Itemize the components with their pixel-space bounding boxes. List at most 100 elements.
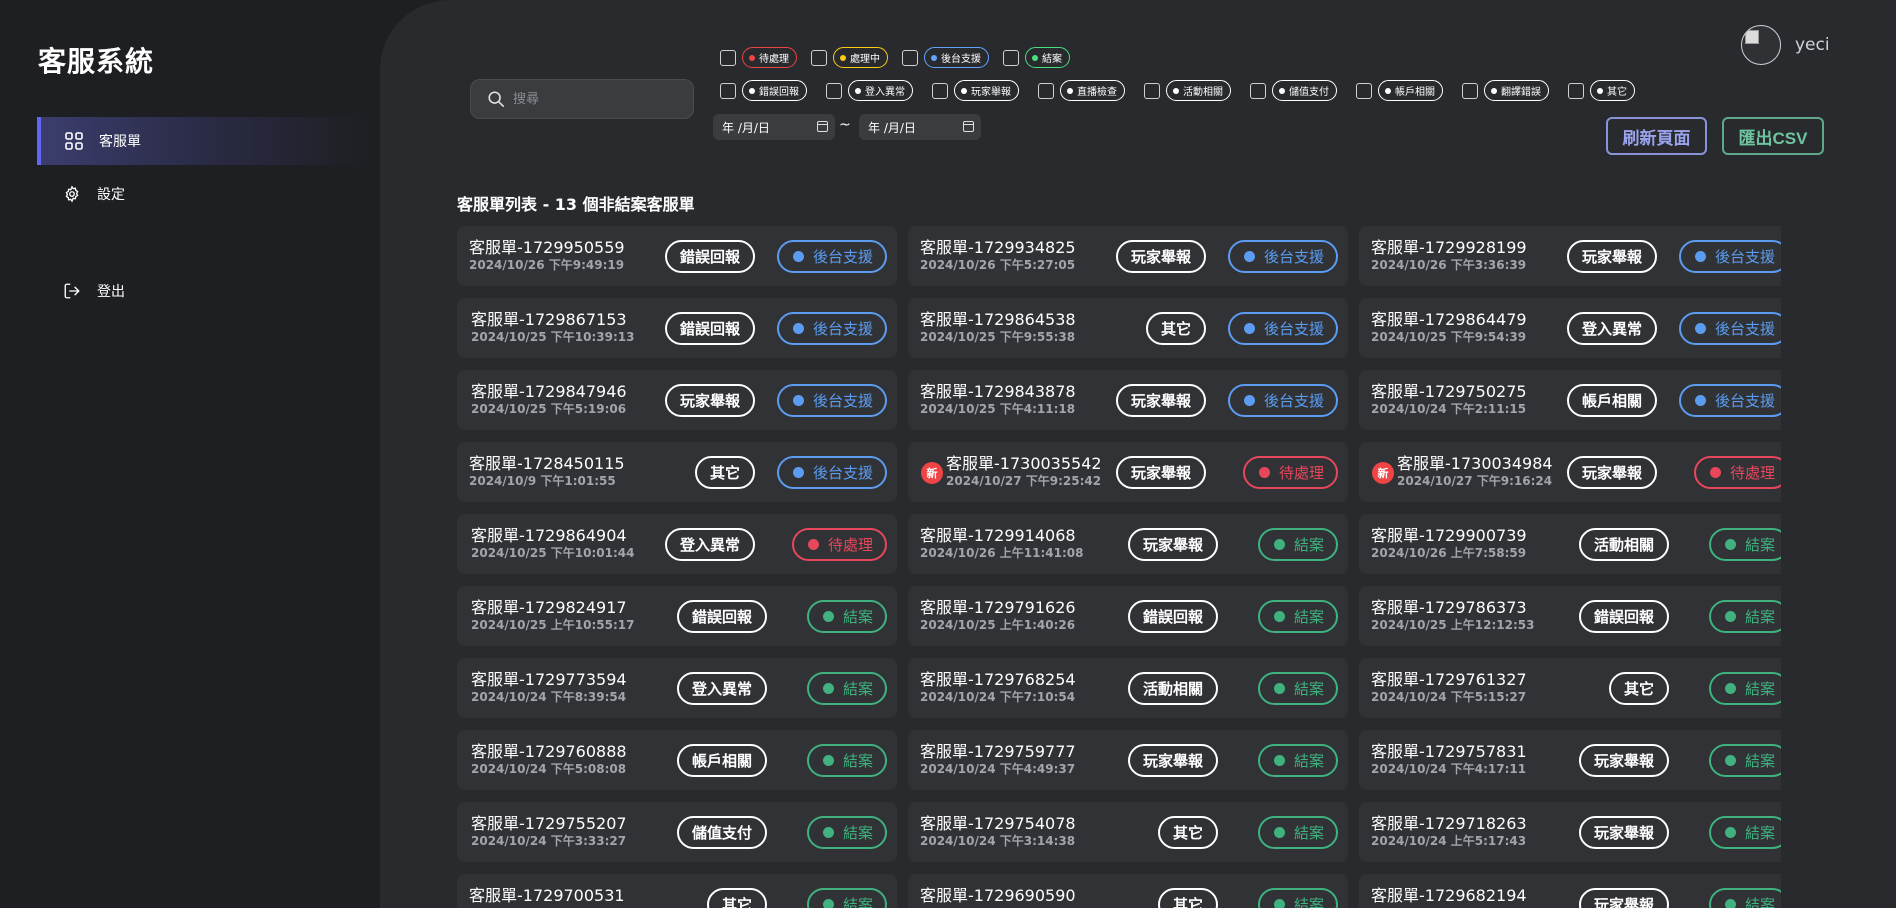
status-label: 後台支援 bbox=[812, 320, 873, 338]
refresh-button[interactable]: 刷新頁面 bbox=[1606, 117, 1707, 155]
ticket-card[interactable]: 客服單-1729755207 2024/10/24 下午3:33:27 儲值支付 結案 bbox=[457, 802, 897, 862]
ticket-card[interactable]: 客服單-1729864479 2024/10/25 下午9:54:39 登入異常 後台… bbox=[1359, 298, 1781, 358]
category-badge: 玩家舉報 bbox=[1566, 240, 1657, 273]
checkbox[interactable] bbox=[1250, 82, 1266, 99]
status-filter-processing[interactable]: 處理中 bbox=[811, 47, 888, 68]
ticket-card[interactable]: 客服單-1729847946 2024/10/25 下午5:19:06 玩家舉報 後台… bbox=[457, 370, 897, 430]
status-badge: 結案 bbox=[1257, 888, 1338, 908]
avatar[interactable] bbox=[1741, 25, 1781, 65]
sidebar-item-settings[interactable]: 設定 bbox=[37, 170, 367, 218]
category-filter[interactable]: 帳戶相關 bbox=[1356, 80, 1443, 101]
ticket-card[interactable]: 客服單-1729690590 其它 結案 bbox=[908, 874, 1348, 908]
ticket-card[interactable]: 客服單-1729760888 2024/10/24 下午5:08:08 帳戶相關 結案 bbox=[457, 730, 897, 790]
ticket-list-title: 客服單列表 - 13 個非結案客服單 bbox=[457, 195, 695, 214]
status-dot bbox=[807, 539, 819, 550]
user-menu[interactable]: yeci bbox=[1741, 25, 1830, 65]
status-label: 結案 bbox=[842, 896, 873, 908]
checkbox[interactable] bbox=[811, 49, 827, 66]
ticket-id: 客服單-1729754078 bbox=[920, 814, 1076, 833]
ticket-card[interactable]: 客服單-1729914068 2024/10/26 上午11:41:08 玩家舉報 結… bbox=[908, 514, 1348, 574]
ticket-card[interactable]: 客服單-1729791626 2024/10/25 上午1:40:26 錯誤回報 結案 bbox=[908, 586, 1348, 646]
category-filter[interactable]: 儲值支付 bbox=[1250, 80, 1337, 101]
category-filter[interactable]: 錯誤回報 bbox=[720, 80, 807, 101]
end-date-input[interactable]: 年 /月/日 bbox=[859, 114, 981, 140]
category-filter[interactable]: 直播檢查 bbox=[1038, 80, 1125, 101]
checkbox[interactable] bbox=[720, 82, 736, 99]
ticket-info: 客服單-1729759777 2024/10/24 下午4:49:37 bbox=[920, 742, 1076, 777]
ticket-card[interactable]: 客服單-1729757831 2024/10/24 下午4:17:11 玩家舉報 結案 bbox=[1359, 730, 1781, 790]
ticket-card[interactable]: 客服單-1729928199 2024/10/26 下午3:36:39 玩家舉報 後台… bbox=[1359, 226, 1781, 286]
checkbox[interactable] bbox=[1038, 82, 1054, 99]
ticket-card[interactable]: 客服單-1729950559 2024/10/26 下午9:49:19 錯誤回報 後台… bbox=[457, 226, 897, 286]
ticket-card[interactable]: 客服單-1729768254 2024/10/24 下午7:10:54 活動相關 結案 bbox=[908, 658, 1348, 718]
ticket-id: 客服單-1729757831 bbox=[1371, 742, 1527, 761]
category-badge: 玩家舉報 bbox=[1115, 456, 1206, 489]
status-badge: 結案 bbox=[1257, 672, 1338, 705]
checkbox[interactable] bbox=[932, 82, 948, 99]
ticket-card[interactable]: 客服單-1729682194 玩家舉報 結案 bbox=[1359, 874, 1781, 908]
checkbox[interactable] bbox=[826, 82, 842, 99]
ticket-id: 客服單-1729914068 bbox=[920, 526, 1076, 545]
sidebar-item-tickets[interactable]: 客服單 bbox=[37, 117, 367, 165]
ticket-card[interactable]: 客服單-1729754078 2024/10/24 下午3:14:38 其它 結案 bbox=[908, 802, 1348, 862]
ticket-card[interactable]: 客服單-1729750275 2024/10/24 下午2:11:15 帳戶相關 後台… bbox=[1359, 370, 1781, 430]
ticket-time: 2024/10/27 下午9:25:42 bbox=[946, 474, 1102, 488]
new-badge: 新 bbox=[921, 462, 943, 484]
ticket-card[interactable]: 客服單-1729759777 2024/10/24 下午4:49:37 玩家舉報 結案 bbox=[908, 730, 1348, 790]
checkbox[interactable] bbox=[1356, 82, 1372, 99]
ticket-card[interactable]: 客服單-1729786373 2024/10/25 上午12:12:53 錯誤回報 結… bbox=[1359, 586, 1781, 646]
search-input[interactable] bbox=[513, 91, 673, 107]
ticket-time: 2024/10/24 下午2:11:15 bbox=[1371, 402, 1527, 416]
category-filter[interactable]: 翻譯錯誤 bbox=[1462, 80, 1549, 101]
status-dot bbox=[1243, 395, 1255, 406]
gear-icon bbox=[61, 183, 83, 205]
ticket-info: 客服單-1729914068 2024/10/26 上午11:41:08 bbox=[920, 526, 1083, 561]
checkbox[interactable] bbox=[902, 49, 918, 66]
calendar-icon[interactable] bbox=[963, 121, 974, 132]
search-icon bbox=[488, 91, 505, 108]
ticket-card[interactable]: 客服單-1729824917 2024/10/25 上午10:55:17 錯誤回報 結… bbox=[457, 586, 897, 646]
ticket-card[interactable]: 客服單-1729718263 2024/10/24 上午5:17:43 玩家舉報 結案 bbox=[1359, 802, 1781, 862]
checkbox[interactable] bbox=[720, 49, 736, 66]
status-label: 結案 bbox=[1744, 608, 1775, 626]
ticket-card[interactable]: 新客服單-1730035542 2024/10/27 下午9:25:42 玩家舉報 待… bbox=[908, 442, 1348, 502]
status-badge: 結案 bbox=[806, 600, 887, 633]
category-badge: 帳戶相關 bbox=[1566, 384, 1657, 417]
category-filter[interactable]: 玩家舉報 bbox=[932, 80, 1019, 101]
ticket-info: 客服單-1730035542 2024/10/27 下午9:25:42 bbox=[946, 454, 1102, 489]
search-box[interactable] bbox=[470, 79, 694, 119]
status-dot bbox=[1724, 611, 1736, 622]
ticket-info: 客服單-1729928199 2024/10/26 下午3:36:39 bbox=[1371, 238, 1527, 273]
status-filter-pending[interactable]: 待處理 bbox=[720, 47, 797, 68]
ticket-card[interactable]: 客服單-1729700531 其它 結案 bbox=[457, 874, 897, 908]
ticket-card[interactable]: 客服單-1729761327 2024/10/24 下午5:15:27 其它 結案 bbox=[1359, 658, 1781, 718]
status-filter-closed[interactable]: 結案 bbox=[1003, 47, 1070, 68]
ticket-time: 2024/10/25 上午12:12:53 bbox=[1371, 618, 1535, 632]
checkbox[interactable] bbox=[1003, 49, 1019, 66]
status-badge: 結案 bbox=[1708, 528, 1781, 561]
ticket-card[interactable]: 客服單-1729773594 2024/10/24 下午8:39:54 登入異常 結案 bbox=[457, 658, 897, 718]
checkbox[interactable] bbox=[1462, 82, 1478, 99]
export-csv-button[interactable]: 匯出CSV bbox=[1722, 117, 1824, 155]
ticket-card[interactable]: 新客服單-1730034984 2024/10/27 下午9:16:24 玩家舉報 待… bbox=[1359, 442, 1781, 502]
ticket-card[interactable]: 客服單-1729867153 2024/10/25 下午10:39:13 錯誤回報 後… bbox=[457, 298, 897, 358]
ticket-card[interactable]: 客服單-1729900739 2024/10/26 上午7:58:59 活動相關 結案 bbox=[1359, 514, 1781, 574]
status-label: 後台支援 bbox=[1714, 392, 1775, 410]
category-filter[interactable]: 登入異常 bbox=[826, 80, 913, 101]
checkbox[interactable] bbox=[1568, 82, 1584, 99]
start-date-input[interactable]: 年 /月/日 bbox=[713, 114, 835, 140]
calendar-icon[interactable] bbox=[817, 121, 828, 132]
ticket-card[interactable]: 客服單-1729864538 2024/10/25 下午9:55:38 其它 後台支援 bbox=[908, 298, 1348, 358]
ticket-card[interactable]: 客服單-1729843878 2024/10/25 下午4:11:18 玩家舉報 後台… bbox=[908, 370, 1348, 430]
ticket-card[interactable]: 客服單-1729934825 2024/10/26 下午5:27:05 玩家舉報 後台… bbox=[908, 226, 1348, 286]
status-filter-support[interactable]: 後台支援 bbox=[902, 47, 989, 68]
checkbox[interactable] bbox=[1144, 82, 1160, 99]
sidebar-item-logout[interactable]: 登出 bbox=[37, 267, 367, 315]
category-filter[interactable]: 其它 bbox=[1568, 80, 1635, 101]
ticket-card[interactable]: 客服單-1728450115 2024/10/9 下午1:01:55 其它 後台支援 bbox=[457, 442, 897, 502]
ticket-card[interactable]: 客服單-1729864904 2024/10/25 下午10:01:44 登入異常 待… bbox=[457, 514, 897, 574]
status-label: 結案 bbox=[1744, 824, 1775, 842]
ticket-info: 客服單-1729934825 2024/10/26 下午5:27:05 bbox=[920, 238, 1076, 273]
status-label: 結案 bbox=[1293, 680, 1324, 698]
category-filter[interactable]: 活動相關 bbox=[1144, 80, 1231, 101]
